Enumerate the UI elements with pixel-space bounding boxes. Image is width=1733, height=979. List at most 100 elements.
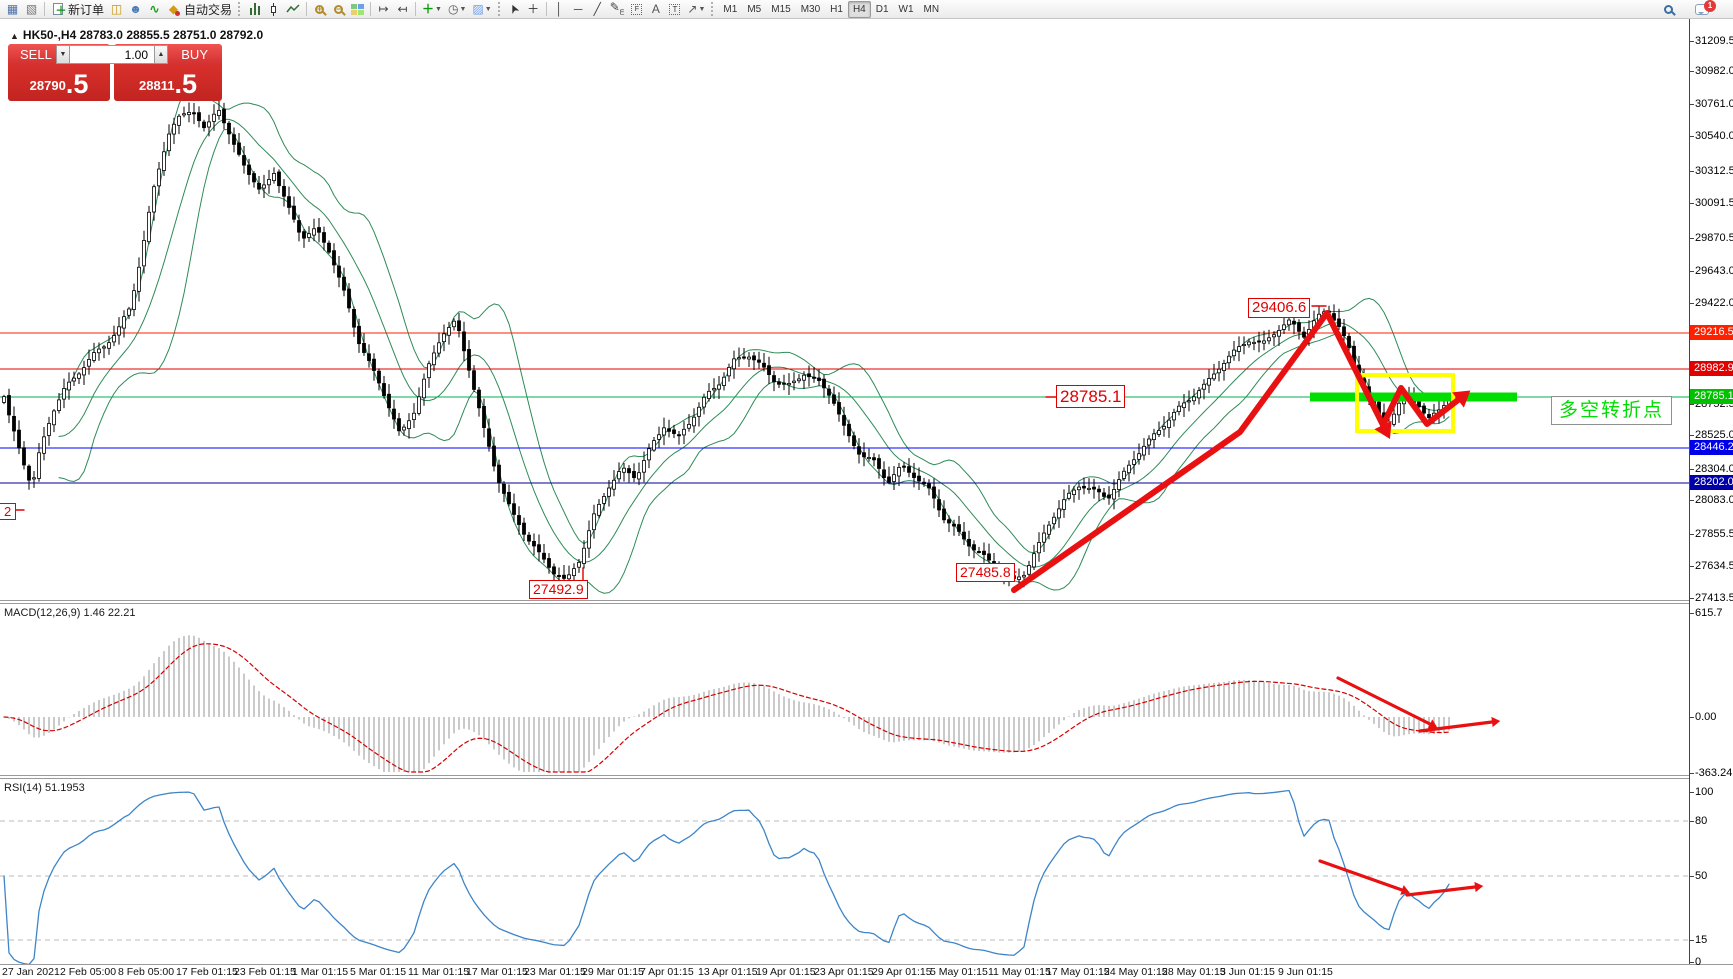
dropdown-caret-icon: ▼: [435, 6, 442, 13]
main-chart-pane[interactable]: ▲HK50-,H4 28783.0 28855.5 28751.0 28792.…: [0, 19, 1689, 600]
timeframe-D1[interactable]: D1: [871, 1, 894, 18]
support-price-label: 28785.1: [1056, 385, 1125, 408]
axis-tick-mark: [1690, 534, 1694, 535]
time-tick-label: 17 May 01:15: [1046, 966, 1110, 978]
autotrade-label[interactable]: 自动交易: [184, 1, 232, 18]
notifications-button[interactable]: 1: [1692, 1, 1712, 18]
chart-title: ▲HK50-,H4 28783.0 28855.5 28751.0 28792.…: [10, 28, 263, 42]
new-chart-button[interactable]: ▦: [3, 1, 22, 18]
templates-button[interactable]: ▨▼: [469, 1, 494, 18]
timeframe-H4[interactable]: H4: [848, 1, 871, 18]
collapse-triangle-icon[interactable]: ▲: [10, 31, 19, 41]
timeframe-M5[interactable]: M5: [742, 1, 766, 18]
autotrade-icon: ◆: [169, 3, 178, 15]
dropdown-caret-icon: ▼: [698, 6, 705, 13]
time-tick-label: 11 May 01:15: [988, 966, 1051, 978]
search-icon: [1664, 5, 1673, 14]
candlestick-icon: [270, 3, 278, 16]
search-button[interactable]: [1659, 1, 1678, 18]
low1-price-label: 27492.9: [529, 580, 588, 599]
text-label-button[interactable]: T: [665, 1, 684, 18]
zoom-out-button[interactable]: −: [329, 1, 348, 18]
arrows-button[interactable]: ↗▼: [684, 1, 708, 18]
channel-button[interactable]: ✎E: [607, 1, 628, 18]
toolbar-separator: [370, 2, 371, 16]
depth-of-market-button[interactable]: ◫: [107, 1, 126, 18]
trendline-button[interactable]: ╱: [588, 1, 607, 18]
buy-price-frac: .5: [174, 71, 197, 98]
volume-input[interactable]: [70, 45, 154, 64]
cursor-icon: ➤: [507, 2, 522, 16]
time-tick-label: 13 Apr 01:15: [698, 966, 758, 978]
time-axis[interactable]: 27 Jan 20212 Feb 05:008 Feb 05:0017 Feb …: [0, 966, 1733, 979]
volume-increase-button[interactable]: ▲: [154, 45, 168, 64]
chart-shift-button[interactable]: ↤: [393, 1, 412, 18]
horizontal-line-button[interactable]: ─: [569, 1, 588, 18]
timeframe-MN[interactable]: MN: [919, 1, 945, 18]
timeframe-M30[interactable]: M30: [796, 1, 825, 18]
arrows-tool-icon: ↗: [687, 3, 697, 15]
chart-bottom-border: [0, 964, 1733, 965]
cursor-button[interactable]: ➤: [505, 1, 524, 18]
candlestick-chart-button[interactable]: [264, 1, 283, 18]
timeframe-bar: M1M5M15M30H1H4D1W1MN: [718, 1, 944, 18]
signals-button[interactable]: ∿: [145, 1, 164, 18]
time-tick-label: 27 Jan 2021: [2, 966, 60, 978]
zoom-in-button[interactable]: +: [310, 1, 329, 18]
axis-tick-mark: [1690, 876, 1694, 877]
bar-chart-button[interactable]: [245, 1, 264, 18]
price-tick-label: 30312.5: [1695, 165, 1733, 177]
time-tick-label: 9 Jun 01:15: [1278, 966, 1333, 978]
crosshair-button[interactable]: ＋: [524, 1, 543, 18]
axis-tick-mark: [1690, 238, 1694, 239]
new-order-button[interactable]: ＋: [48, 1, 67, 18]
depth-of-market-icon: ◫: [111, 3, 122, 15]
periods-button[interactable]: ◷▼: [445, 1, 469, 18]
auto-scroll-button[interactable]: ↦: [374, 1, 393, 18]
profiles-button[interactable]: ▧: [22, 1, 41, 18]
cutoff-price-label: 2: [0, 503, 16, 520]
price-tick-label: 29870.5: [1695, 232, 1733, 244]
axis-tick-mark: [1690, 500, 1694, 501]
price-axis[interactable]: 31209.530982.030761.030540.030312.530091…: [1689, 19, 1733, 964]
timeframe-W1[interactable]: W1: [894, 1, 919, 18]
timeframe-H1[interactable]: H1: [825, 1, 848, 18]
toolbar-separator: [415, 2, 416, 16]
rsi-pane[interactable]: RSI(14) 51.1953: [0, 779, 1689, 964]
price-tick-label: 29643.0: [1695, 265, 1733, 277]
vertical-line-button[interactable]: │: [550, 1, 569, 18]
time-tick-label: 23 Mar 01:15: [524, 966, 586, 978]
buy-price[interactable]: 28811.5: [114, 65, 222, 101]
sell-price-frac: .5: [66, 71, 89, 98]
crosshair-icon: ＋: [527, 3, 539, 15]
text-button[interactable]: A: [646, 1, 665, 18]
autotrade-button[interactable]: ◆: [164, 1, 183, 18]
toolbar-grip: [711, 2, 715, 16]
one-click-trade-panel: SELL BUY ▼ ▲ 28790.5 28811.5: [8, 42, 222, 101]
time-tick-label: 17 Mar 01:15: [466, 966, 528, 978]
timeframe-M15[interactable]: M15: [766, 1, 795, 18]
community-button[interactable]: ☻: [126, 1, 145, 18]
rsi-chart[interactable]: [0, 779, 1689, 964]
time-tick-label: 2 Feb 05:00: [60, 966, 116, 978]
candlestick-chart[interactable]: [0, 19, 1689, 600]
volume-decrease-button[interactable]: ▼: [56, 45, 70, 64]
axis-tick-mark: [1690, 598, 1694, 599]
dropdown-caret-icon: ▼: [485, 6, 492, 13]
toolbar-separator: [44, 2, 45, 16]
price-tick-label: 0.00: [1695, 711, 1716, 723]
toolbar-grip: [498, 2, 502, 16]
fibonacci-button[interactable]: F: [627, 1, 646, 18]
horizontal-line-icon: ─: [574, 3, 583, 15]
macd-chart[interactable]: [0, 604, 1689, 775]
macd-pane[interactable]: MACD(12,26,9) 1.46 22.21: [0, 604, 1689, 775]
indicators-button[interactable]: ＋▼: [419, 1, 445, 18]
sell-price[interactable]: 28790.5: [8, 65, 110, 101]
axis-tick-mark: [1690, 717, 1694, 718]
time-tick-label: 24 May 01:15: [1104, 966, 1168, 978]
new-order-label[interactable]: 新订单: [68, 1, 104, 18]
tile-windows-button[interactable]: [348, 1, 367, 18]
peak-price-label: 29406.6: [1248, 298, 1310, 318]
line-chart-button[interactable]: [283, 1, 303, 18]
timeframe-M1[interactable]: M1: [718, 1, 742, 18]
